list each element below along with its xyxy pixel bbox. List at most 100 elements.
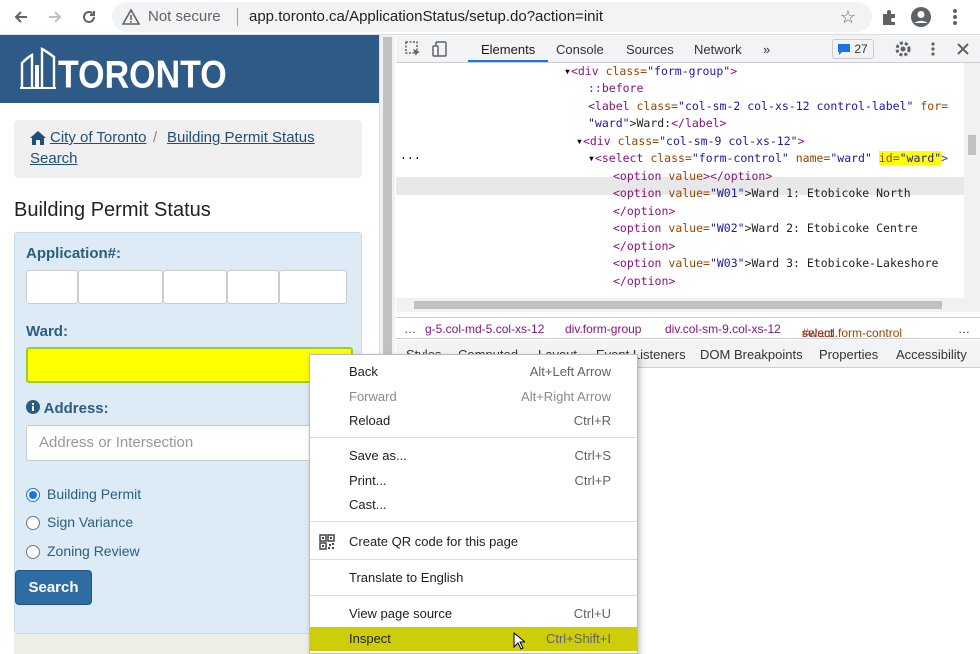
radio-sign-variance[interactable] [26,516,40,530]
dom-line-option-w03[interactable]: <option value="W03">Ward 3: Etobicoke-La… [613,255,938,272]
address-input[interactable]: Address or Intersection [26,425,316,461]
inspect-element-icon[interactable] [404,40,422,58]
menu-item-back[interactable]: Back Alt+Left Arrow [310,360,637,384]
context-menu: Back Alt+Left Arrow Forward Alt+Right Ar… [309,354,638,654]
dom-tree-horizontal-scrollbar[interactable] [396,298,980,312]
menu-item-save-as[interactable]: Save as... Ctrl+S [310,444,637,468]
menu-label-back: Back [349,364,378,379]
devtools-menu-icon[interactable] [924,40,942,58]
forward-arrow-icon[interactable] [42,4,68,30]
menu-separator [310,437,637,438]
settings-gear-icon[interactable] [894,40,912,58]
url-text[interactable]: app.toronto.ca/ApplicationStatus/setup.d… [249,8,603,25]
reload-icon[interactable] [76,4,102,30]
dom-line-label-cont[interactable]: "ward">Ward:</label> [588,115,726,132]
issues-badge[interactable]: 27 [832,39,874,59]
menu-label-create-qr-code: Create QR code for this page [349,534,519,549]
active-tab-indicator [468,60,548,62]
subtab-dom-breakpoints[interactable]: DOM Breakpoints [700,347,803,362]
menu-item-reload[interactable]: Reload Ctrl+R [310,409,637,433]
dom-tree-horizontal-thumb[interactable] [414,301,942,309]
mouse-cursor-icon [513,632,525,650]
application-number-field-2[interactable] [78,270,163,304]
menu-item-translate[interactable]: Translate to English [310,566,637,590]
breadcrumb-separator: / [153,129,158,146]
site-logo-text[interactable]: TORONTO [58,53,227,98]
dom-tree[interactable]: ▾<div class="form-group"> ::before <labe… [396,63,964,298]
tab-sources[interactable]: Sources [626,42,674,57]
subtab-accessibility[interactable]: Accessibility [896,347,967,362]
dom-line-option-w01-close[interactable]: </option> [613,203,675,220]
close-devtools-icon[interactable] [954,40,972,58]
devtools-breadcrumbs: … g-5.col-md-5.col-xs-12 div.form-group … [396,317,980,340]
menu-shortcut-view-page-source: Ctrl+U [573,606,611,621]
dom-tree-vertical-scrollbar[interactable] [964,63,980,298]
crumb-col-sm-9[interactable]: div.col-sm-9.col-xs-12 [665,322,781,336]
tab-console[interactable]: Console [556,42,604,57]
crumb-col-md[interactable]: g-5.col-md-5.col-xs-12 [425,322,544,336]
breadcrumb-city-of-toronto[interactable]: City of Toronto [50,129,146,146]
radio-zoning-review[interactable] [26,545,40,559]
dom-line-div-col[interactable]: ▾<div class="col-sm-9 col-xs-12"> [576,133,805,150]
dom-line-div-form-group[interactable]: ▾<div class="form-group"> [564,63,737,80]
extensions-icon[interactable] [876,4,902,30]
dom-line-select[interactable]: ▾<select class="form-control" name="ward… [588,150,948,167]
menu-item-cast[interactable]: Cast... [310,493,637,517]
menu-item-forward[interactable]: Forward Alt+Right Arrow [310,385,637,409]
site-header: TORONTO [0,35,379,103]
breadcrumb-overflow-left[interactable]: … [404,322,416,336]
menu-item-view-page-source[interactable]: View page source Ctrl+U [310,602,637,626]
menu-label-inspect: Inspect [349,631,391,646]
browser-menu-icon[interactable] [942,4,968,30]
tab-network[interactable]: Network [694,42,742,57]
dom-line-option-w02-close[interactable]: </option> [613,238,675,255]
crumb-form-group[interactable]: div.form-group [565,322,641,336]
ward-label: Ward: [26,323,68,340]
radio-sign-variance-label[interactable]: Sign Variance [47,514,133,530]
menu-label-print: Print... [349,473,387,488]
back-arrow-icon[interactable] [8,4,34,30]
menu-item-print[interactable]: Print... Ctrl+P [310,469,637,493]
profile-avatar-icon[interactable] [908,4,934,30]
address-label: Address: [26,400,109,417]
menu-shortcut-forward: Alt+Right Arrow [521,389,611,404]
menu-label-forward: Forward [349,389,397,404]
dom-line-option-w03-close[interactable]: </option> [613,273,675,290]
menu-separator [310,521,637,522]
home-icon [30,131,46,145]
dom-line-option-w02[interactable]: <option value="W02">Ward 2: Etobicoke Ce… [613,220,918,237]
dom-line-option-empty[interactable]: <option value></option> [613,168,772,185]
dom-line-option-w01[interactable]: <option value="W01">Ward 1: Etobicoke No… [613,185,911,202]
menu-shortcut-save-as: Ctrl+S [574,448,611,463]
dom-tree-vertical-thumb[interactable] [968,135,976,155]
menu-shortcut-back: Alt+Left Arrow [529,364,611,379]
dom-line-dots[interactable]: ··· [400,150,421,167]
warning-icon [122,8,140,25]
menu-shortcut-inspect: Ctrl+Shift+I [545,631,611,646]
bookmark-star-icon[interactable]: ☆ [840,7,856,28]
radio-zoning-review-label[interactable]: Zoning Review [47,543,140,559]
dom-line-before[interactable]: ::before [588,80,643,97]
search-button[interactable]: Search [15,570,92,605]
ward-select[interactable] [26,347,353,383]
breadcrumb-building-permit-status[interactable]: Building Permit Status [167,129,315,146]
application-number-field-3[interactable] [163,270,227,304]
breadcrumb-search[interactable]: Search [30,150,78,167]
browser-toolbar: Not secure app.toronto.ca/ApplicationSta… [0,0,980,35]
radio-building-permit-label[interactable]: Building Permit [47,486,141,502]
omnibox-separator [237,8,238,26]
tab-elements[interactable]: Elements [481,42,535,57]
address-bar[interactable]: Not secure app.toronto.ca/ApplicationSta… [112,2,872,32]
device-toolbar-icon[interactable] [432,40,450,58]
tab-more[interactable]: » [763,42,770,57]
dom-line-label[interactable]: <label class="col-sm-2 col-xs-12 control… [588,98,948,115]
menu-item-inspect[interactable]: Inspect Ctrl+Shift+I [310,627,637,651]
issues-count: 27 [854,42,868,56]
menu-item-create-qr-code[interactable]: Create QR code for this page [310,530,637,554]
radio-building-permit[interactable] [26,488,40,502]
application-number-field-5[interactable] [279,270,347,304]
subtab-properties[interactable]: Properties [819,347,878,362]
application-number-field-1[interactable] [26,270,78,304]
application-number-field-4[interactable] [227,270,279,304]
breadcrumb-overflow-right[interactable]: … [958,322,970,336]
